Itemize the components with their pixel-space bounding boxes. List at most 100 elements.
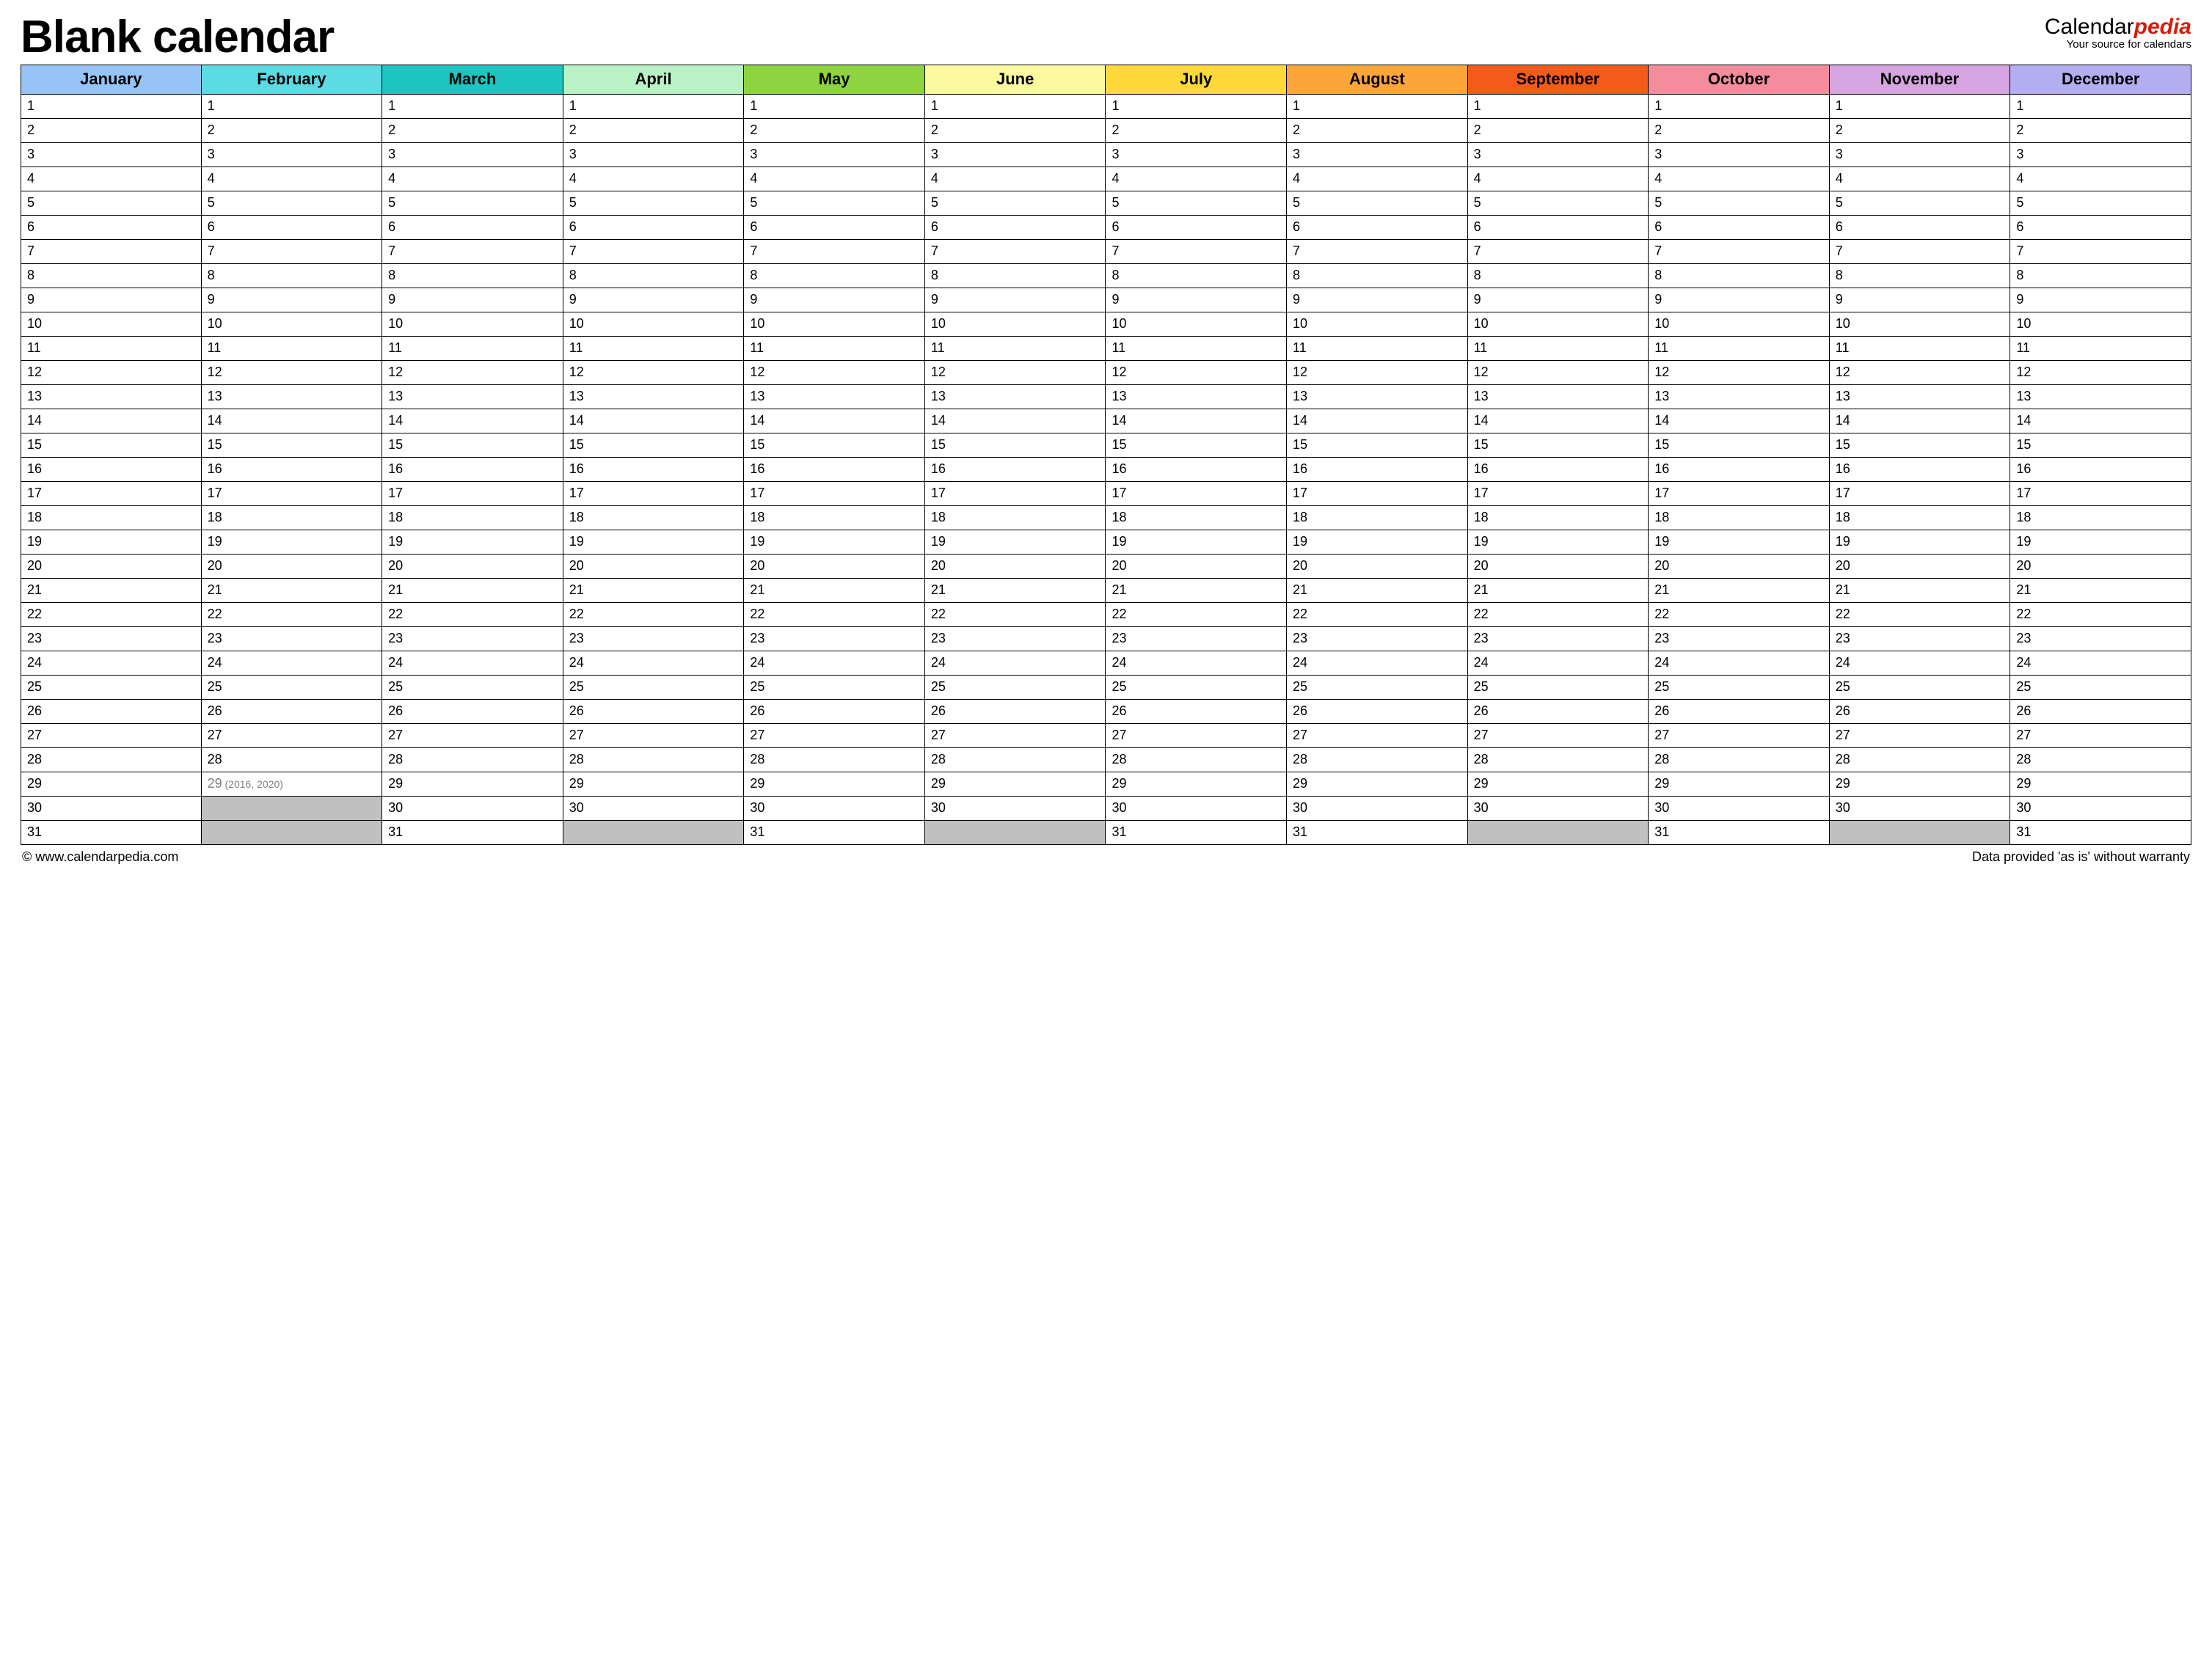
- day-cell: 10: [1287, 312, 1468, 337]
- day-cell: 24: [1830, 651, 2011, 676]
- day-cell: 16: [744, 458, 925, 482]
- day-cell: 7: [563, 240, 745, 264]
- day-cell: 10: [1830, 312, 2011, 337]
- day-cell: 10: [382, 312, 563, 337]
- day-cell: 6: [1649, 216, 1830, 240]
- day-cell: 6: [1106, 216, 1287, 240]
- day-cell: 8: [744, 264, 925, 288]
- day-cell: 29 (2016, 2020): [202, 772, 383, 797]
- day-cell: 19: [563, 530, 745, 555]
- day-cell: 5: [744, 191, 925, 216]
- day-cell: 17: [925, 482, 1106, 506]
- day-cell: 22: [202, 603, 383, 627]
- day-cell: 19: [744, 530, 925, 555]
- month-header: December: [2010, 65, 2191, 95]
- day-cell: 23: [1830, 627, 2011, 651]
- day-cell: 29: [1106, 772, 1287, 797]
- day-cell: 29: [925, 772, 1106, 797]
- day-cell: 21: [1468, 579, 1649, 603]
- day-cell: 26: [1106, 700, 1287, 724]
- day-cell: 5: [925, 191, 1106, 216]
- day-cell: 9: [382, 288, 563, 312]
- day-cell: 11: [1106, 337, 1287, 361]
- day-cell: 3: [1830, 143, 2011, 167]
- day-cell: 29: [21, 772, 202, 797]
- day-cell: 19: [21, 530, 202, 555]
- day-cell: 27: [1106, 724, 1287, 748]
- day-cell: 30: [744, 797, 925, 821]
- day-cell: 1: [202, 95, 383, 119]
- day-cell: 14: [1830, 409, 2011, 433]
- page-title: Blank calendar: [21, 15, 334, 60]
- day-cell: 27: [21, 724, 202, 748]
- day-cell: 29: [1468, 772, 1649, 797]
- day-cell: 4: [1649, 167, 1830, 191]
- day-cell: 2: [1649, 119, 1830, 143]
- day-cell: 4: [202, 167, 383, 191]
- day-cell: 17: [563, 482, 745, 506]
- day-cell: 26: [21, 700, 202, 724]
- day-cell: 28: [1106, 748, 1287, 772]
- day-cell: [202, 821, 383, 845]
- day-cell: 16: [202, 458, 383, 482]
- day-cell: 1: [21, 95, 202, 119]
- day-cell: 22: [21, 603, 202, 627]
- day-cell: 24: [1106, 651, 1287, 676]
- day-cell: 17: [1830, 482, 2011, 506]
- day-cell: 27: [2010, 724, 2191, 748]
- day-cell: 21: [1649, 579, 1830, 603]
- day-cell: 28: [1649, 748, 1830, 772]
- day-cell: 28: [202, 748, 383, 772]
- day-cell: 16: [1106, 458, 1287, 482]
- day-cell: 25: [202, 676, 383, 700]
- day-cell: 31: [744, 821, 925, 845]
- day-number: 29: [208, 776, 222, 791]
- day-cell: 10: [925, 312, 1106, 337]
- day-cell: 18: [1106, 506, 1287, 530]
- day-cell: 23: [563, 627, 745, 651]
- day-cell: 13: [21, 385, 202, 409]
- day-cell: 6: [925, 216, 1106, 240]
- day-cell: 31: [1649, 821, 1830, 845]
- day-cell: 4: [382, 167, 563, 191]
- day-cell: 8: [1468, 264, 1649, 288]
- day-cell: 13: [563, 385, 745, 409]
- day-cell: 20: [382, 555, 563, 579]
- day-cell: 12: [563, 361, 745, 385]
- day-cell: 10: [1106, 312, 1287, 337]
- day-cell: 1: [1649, 95, 1830, 119]
- day-cell: 26: [744, 700, 925, 724]
- day-cell: 7: [1287, 240, 1468, 264]
- day-cell: 25: [21, 676, 202, 700]
- day-cell: 9: [202, 288, 383, 312]
- day-cell: 13: [1830, 385, 2011, 409]
- day-cell: 16: [21, 458, 202, 482]
- month-header: March: [382, 65, 563, 95]
- day-cell: 9: [563, 288, 745, 312]
- day-cell: 3: [21, 143, 202, 167]
- leap-note: (2016, 2020): [222, 778, 283, 790]
- day-cell: 9: [744, 288, 925, 312]
- day-cell: 21: [1287, 579, 1468, 603]
- day-cell: 19: [1830, 530, 2011, 555]
- day-cell: 8: [1106, 264, 1287, 288]
- day-cell: 13: [202, 385, 383, 409]
- day-cell: 29: [382, 772, 563, 797]
- day-cell: 2: [1468, 119, 1649, 143]
- day-cell: 11: [1468, 337, 1649, 361]
- day-cell: 14: [744, 409, 925, 433]
- day-cell: 20: [1106, 555, 1287, 579]
- day-cell: 11: [382, 337, 563, 361]
- day-cell: 19: [202, 530, 383, 555]
- day-cell: 14: [1106, 409, 1287, 433]
- day-cell: 25: [2010, 676, 2191, 700]
- day-cell: 15: [1649, 433, 1830, 458]
- day-cell: 14: [925, 409, 1106, 433]
- day-cell: 10: [21, 312, 202, 337]
- day-cell: 24: [2010, 651, 2191, 676]
- day-cell: 21: [563, 579, 745, 603]
- day-cell: 8: [2010, 264, 2191, 288]
- day-cell: 3: [1468, 143, 1649, 167]
- day-cell: 8: [1830, 264, 2011, 288]
- day-cell: 9: [1649, 288, 1830, 312]
